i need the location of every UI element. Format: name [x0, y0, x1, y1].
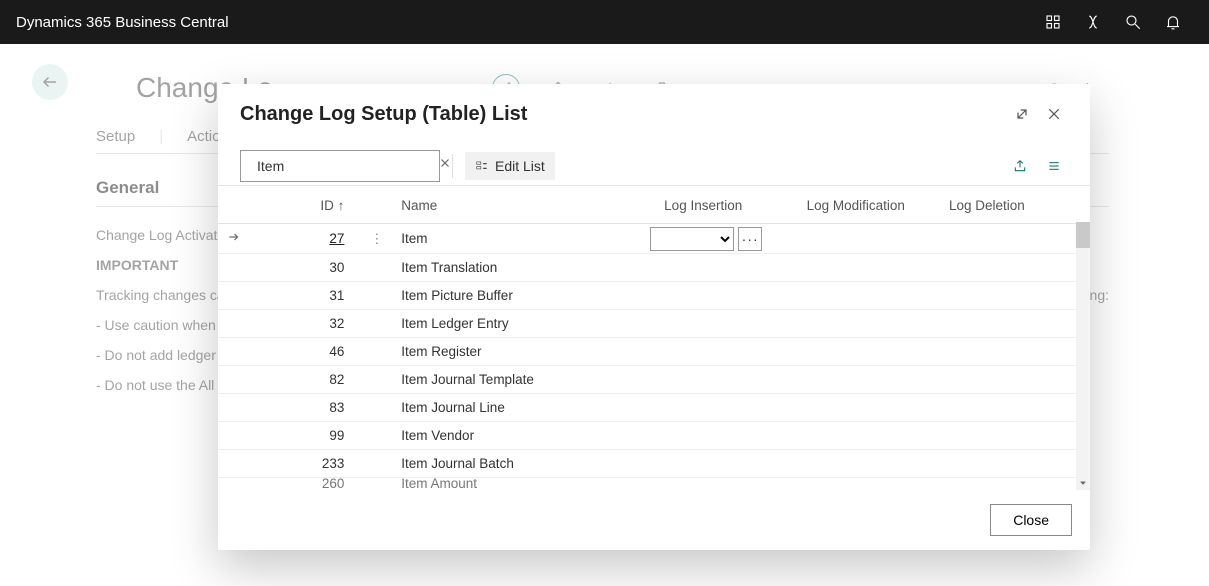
row-menu-button[interactable]: ⋮: [360, 224, 393, 254]
table-row[interactable]: 30 Item Translation: [218, 254, 1090, 282]
close-button[interactable]: Close: [990, 504, 1072, 536]
cell-id: 46: [251, 338, 361, 366]
close-icon: [1046, 106, 1062, 122]
cell-log-modification[interactable]: [799, 450, 941, 478]
cell-id: 99: [251, 422, 361, 450]
cell-log-insertion[interactable]: [656, 394, 798, 422]
clear-search-button[interactable]: [438, 156, 452, 175]
cell-id[interactable]: 27: [251, 224, 361, 254]
table-row[interactable]: 31 Item Picture Buffer: [218, 282, 1090, 310]
search-icon[interactable]: [1113, 0, 1153, 44]
cell-id: 31: [251, 282, 361, 310]
table-row[interactable]: 83 Item Journal Line: [218, 394, 1090, 422]
cell-name: Item Journal Template: [393, 366, 656, 394]
expand-button[interactable]: [1008, 100, 1036, 128]
scrollbar-thumb[interactable]: [1076, 222, 1090, 248]
cell-log-insertion[interactable]: [656, 310, 798, 338]
cell-log-modification[interactable]: [799, 254, 941, 282]
col-log-insertion[interactable]: Log Insertion: [656, 186, 798, 224]
edit-list-button[interactable]: Edit List: [465, 152, 555, 180]
cell-log-insertion[interactable]: [656, 366, 798, 394]
cell-name: Item Translation: [393, 254, 656, 282]
cell-name: Item: [393, 224, 656, 254]
cell-log-insertion[interactable]: [656, 282, 798, 310]
scroll-down-button[interactable]: [1076, 476, 1090, 490]
share-list-button[interactable]: [1006, 152, 1034, 180]
cell-log-deletion[interactable]: [941, 338, 1072, 366]
search-box[interactable]: [240, 150, 440, 182]
current-row-indicator: [218, 224, 251, 254]
cell-id: 82: [251, 366, 361, 394]
log-insertion-select[interactable]: [650, 227, 734, 251]
cell-log-modification[interactable]: [799, 366, 941, 394]
list-icon: [1046, 158, 1062, 174]
cell-name: Item Register: [393, 338, 656, 366]
cell-log-insertion[interactable]: [656, 450, 798, 478]
col-name[interactable]: Name: [393, 186, 656, 224]
cell-log-deletion[interactable]: [941, 310, 1072, 338]
cell-name: Item Vendor: [393, 422, 656, 450]
x-icon: [438, 156, 452, 170]
cell-id: 30: [251, 254, 361, 282]
cell-log-modification[interactable]: [799, 224, 941, 254]
cell-name: Item Picture Buffer: [393, 282, 656, 310]
col-id[interactable]: ID ↑: [251, 186, 361, 224]
share-icon: [1012, 158, 1028, 174]
list-options-button[interactable]: [1040, 152, 1068, 180]
cell-log-modification[interactable]: [799, 282, 941, 310]
table-row[interactable]: 27⋮Item ···: [218, 224, 1090, 254]
table-row[interactable]: 260 Item Amount: [218, 478, 1090, 490]
expand-icon: [1014, 106, 1030, 122]
cell-log-insertion[interactable]: [656, 338, 798, 366]
cell-log-deletion[interactable]: [941, 422, 1072, 450]
dialog-title: Change Log Setup (Table) List: [240, 103, 1004, 126]
chevron-down-icon: [1078, 478, 1088, 488]
cell-id: 83: [251, 394, 361, 422]
notifications-icon[interactable]: [1153, 0, 1193, 44]
col-log-modification[interactable]: Log Modification: [799, 186, 941, 224]
app-topbar: Dynamics 365 Business Central: [0, 0, 1209, 44]
arrow-left-icon: [41, 73, 59, 91]
scrollbar[interactable]: [1076, 222, 1090, 490]
table-row[interactable]: 46 Item Register: [218, 338, 1090, 366]
col-log-deletion[interactable]: Log Deletion: [941, 186, 1072, 224]
cell-id: 260: [251, 478, 361, 490]
cell-log-insertion[interactable]: [656, 254, 798, 282]
cell-log-deletion[interactable]: [941, 224, 1072, 254]
table-row[interactable]: 99 Item Vendor: [218, 422, 1090, 450]
cell-id: 32: [251, 310, 361, 338]
cell-log-modification[interactable]: [799, 422, 941, 450]
table-row[interactable]: 233 Item Journal Batch: [218, 450, 1090, 478]
log-insertion-more-button[interactable]: ···: [738, 227, 762, 251]
copilot-icon[interactable]: [1073, 0, 1113, 44]
table-row[interactable]: 82 Item Journal Template: [218, 366, 1090, 394]
cell-name: Item Journal Batch: [393, 450, 656, 478]
tab-setup[interactable]: Setup: [96, 128, 135, 145]
cell-name: Item Journal Line: [393, 394, 656, 422]
edit-list-icon: [475, 159, 489, 173]
cell-log-deletion[interactable]: [941, 282, 1072, 310]
table-row[interactable]: 32 Item Ledger Entry: [218, 310, 1090, 338]
cell-id: 233: [251, 450, 361, 478]
cell-log-deletion[interactable]: [941, 366, 1072, 394]
cell-log-modification[interactable]: [799, 394, 941, 422]
close-x-button[interactable]: [1040, 100, 1068, 128]
tables-grid: ID ↑ Name Log Insertion Log Modification…: [218, 186, 1090, 490]
search-input[interactable]: [257, 158, 438, 174]
cell-log-insertion[interactable]: [656, 422, 798, 450]
cell-log-modification[interactable]: [799, 338, 941, 366]
cell-log-deletion[interactable]: [941, 394, 1072, 422]
cell-name: Item Ledger Entry: [393, 310, 656, 338]
change-log-dialog: Change Log Setup (Table) List Edit List …: [218, 84, 1090, 550]
cell-log-deletion[interactable]: [941, 450, 1072, 478]
app-title: Dynamics 365 Business Central: [16, 14, 229, 31]
app-launcher-icon[interactable]: [1033, 0, 1073, 44]
cell-name: Item Amount: [393, 478, 656, 490]
cell-log-modification[interactable]: [799, 310, 941, 338]
cell-log-deletion[interactable]: [941, 254, 1072, 282]
